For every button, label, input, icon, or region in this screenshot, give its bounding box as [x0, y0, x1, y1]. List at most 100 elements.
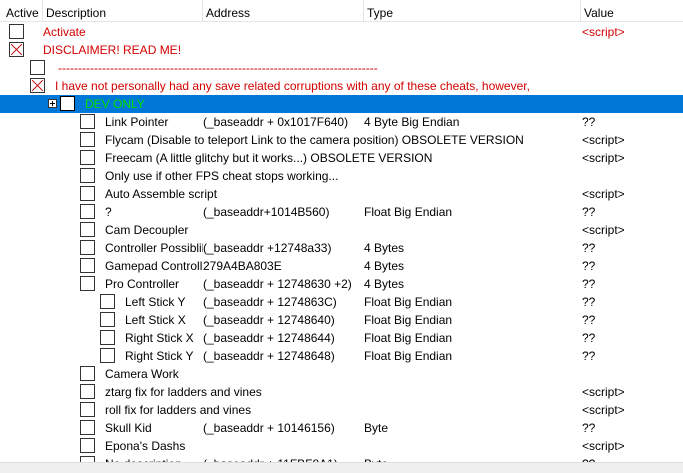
active-checkbox[interactable] [80, 114, 95, 129]
row-type[interactable]: 4 Bytes [364, 275, 579, 293]
active-checkbox[interactable] [80, 240, 95, 255]
row-type[interactable]: 4 Bytes [364, 239, 579, 257]
row-description: Left Stick Y [125, 295, 186, 309]
cheat-row-activate[interactable]: Activate <script> [0, 23, 683, 41]
cheat-row-disclaimer[interactable]: DISCLAIMER! READ ME! [0, 41, 683, 59]
cheat-row[interactable]: Auto Assemble script <script> [0, 185, 683, 203]
row-description: DISCLAIMER! READ ME! [43, 43, 182, 57]
row-address[interactable]: 279A4BA803E [203, 257, 363, 275]
cheat-row[interactable]: Flycam (Disable to teleport Link to the … [0, 131, 683, 149]
header-address[interactable]: Address [202, 0, 250, 22]
row-value[interactable]: <script> [582, 23, 682, 41]
active-checkbox[interactable] [80, 384, 95, 399]
cheat-row[interactable]: Cam Decoupler <script> [0, 221, 683, 239]
cheat-row[interactable]: ? (_baseaddr+1014B560) Float Big Endian … [0, 203, 683, 221]
cheat-row[interactable]: roll fix for ladders and vines <script> [0, 401, 683, 419]
row-value[interactable]: ?? [582, 239, 682, 257]
row-description: Camera Work [105, 367, 179, 381]
row-type[interactable]: 4 Byte Big Endian [364, 113, 579, 131]
active-checkbox[interactable] [80, 168, 95, 183]
active-checkbox[interactable] [30, 78, 45, 93]
active-checkbox[interactable] [100, 294, 115, 309]
row-type[interactable]: Float Big Endian [364, 293, 579, 311]
cheat-row[interactable]: Skull Kid (_baseaddr + 10146156) Byte ?? [0, 419, 683, 437]
active-checkbox[interactable] [100, 348, 115, 363]
active-checkbox[interactable] [80, 222, 95, 237]
header-type[interactable]: Type [363, 0, 393, 22]
active-checkbox[interactable] [30, 60, 45, 75]
row-value[interactable]: <script> [582, 149, 682, 167]
active-checkbox[interactable] [100, 312, 115, 327]
row-value[interactable]: ?? [582, 275, 682, 293]
row-address[interactable]: (_baseaddr + 12748630 +2) [203, 275, 363, 293]
header-value[interactable]: Value [580, 0, 614, 22]
active-checkbox[interactable] [80, 258, 95, 273]
cheat-row[interactable]: Freecam (A little glitchy but it works..… [0, 149, 683, 167]
row-value[interactable]: <script> [582, 221, 682, 239]
active-checkbox[interactable] [9, 24, 24, 39]
active-checkbox[interactable] [80, 366, 95, 381]
row-address[interactable]: (_baseaddr + 12748644) [203, 329, 363, 347]
row-description: Controller Possiblil [105, 241, 203, 255]
active-checkbox[interactable] [100, 330, 115, 345]
active-checkbox[interactable] [80, 204, 95, 219]
row-value[interactable]: <script> [582, 185, 682, 203]
active-checkbox[interactable] [80, 420, 95, 435]
row-value[interactable]: ?? [582, 257, 682, 275]
row-address[interactable]: (_baseaddr+1014B560) [203, 203, 363, 221]
row-address[interactable]: (_baseaddr + 0x1017F640) [203, 113, 363, 131]
horizontal-scrollbar[interactable] [0, 462, 683, 473]
row-type[interactable]: Float Big Endian [364, 329, 579, 347]
row-type[interactable]: Float Big Endian [364, 311, 579, 329]
row-value[interactable]: ?? [582, 113, 682, 131]
cheat-row[interactable]: Epona's Dashs <script> [0, 437, 683, 455]
row-value[interactable]: <script> [582, 401, 682, 419]
active-checkbox[interactable] [80, 150, 95, 165]
active-checkbox[interactable] [80, 438, 95, 453]
active-checkbox[interactable] [80, 132, 95, 147]
cheat-row-note[interactable]: I have not personally had any save relat… [0, 77, 683, 95]
row-value[interactable]: ?? [582, 203, 682, 221]
row-address[interactable]: (_baseaddr + 12748640) [203, 311, 363, 329]
row-value[interactable]: ?? [582, 347, 682, 365]
row-value[interactable]: <script> [582, 131, 682, 149]
row-value[interactable]: ?? [582, 419, 682, 437]
cheat-row[interactable]: Pro Controller (_baseaddr + 12748630 +2)… [0, 275, 683, 293]
row-value[interactable]: ?? [582, 329, 682, 347]
cheat-row[interactable]: Controller Possiblil (_baseaddr +12748a3… [0, 239, 683, 257]
cheat-row-separator[interactable]: ----------------------------------------… [0, 59, 683, 77]
row-type[interactable]: Byte [364, 419, 579, 437]
cheat-row[interactable]: Right Stick X (_baseaddr + 12748644) Flo… [0, 329, 683, 347]
header-active[interactable]: Active [2, 0, 39, 22]
column-header: Active Description Address Type Value [0, 0, 683, 22]
cheat-row-dev-only[interactable]: DEV ONLY [0, 95, 683, 113]
row-value[interactable]: <script> [582, 437, 682, 455]
cheat-row[interactable]: Right Stick Y (_baseaddr + 12748648) Flo… [0, 347, 683, 365]
cheat-row[interactable]: Only use if other FPS cheat stops workin… [0, 167, 683, 185]
row-description: Left Stick X [125, 313, 186, 327]
row-address[interactable]: (_baseaddr + 12748648) [203, 347, 363, 365]
row-description: Activate [43, 25, 86, 39]
active-checkbox[interactable] [80, 186, 95, 201]
cheat-row[interactable]: Link Pointer (_baseaddr + 0x1017F640) 4 … [0, 113, 683, 131]
cheat-row[interactable]: Gamepad Controll 279A4BA803E 4 Bytes ?? [0, 257, 683, 275]
row-address[interactable]: (_baseaddr + 1274863C) [203, 293, 363, 311]
expand-plus-icon[interactable] [48, 99, 57, 108]
row-address[interactable]: (_baseaddr + 10146156) [203, 419, 363, 437]
active-checkbox[interactable] [80, 276, 95, 291]
row-value[interactable]: <script> [582, 383, 682, 401]
row-value[interactable]: ?? [582, 311, 682, 329]
cheat-row[interactable]: Left Stick Y (_baseaddr + 1274863C) Floa… [0, 293, 683, 311]
cheat-row[interactable]: ztarg fix for ladders and vines <script> [0, 383, 683, 401]
row-address[interactable]: (_baseaddr +12748a33) [203, 239, 363, 257]
row-value[interactable]: ?? [582, 293, 682, 311]
row-type[interactable]: Float Big Endian [364, 347, 579, 365]
cheat-row[interactable]: Camera Work [0, 365, 683, 383]
cheat-row[interactable]: Left Stick X (_baseaddr + 12748640) Floa… [0, 311, 683, 329]
active-checkbox[interactable] [60, 96, 75, 111]
active-checkbox[interactable] [80, 402, 95, 417]
active-checkbox[interactable] [9, 42, 24, 57]
row-type[interactable]: Float Big Endian [364, 203, 579, 221]
header-description[interactable]: Description [42, 0, 106, 22]
row-type[interactable]: 4 Bytes [364, 257, 579, 275]
